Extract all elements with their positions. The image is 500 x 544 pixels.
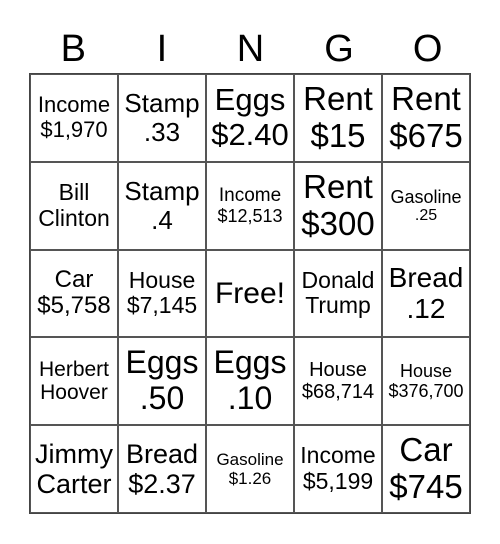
cell-text: $7,145 — [126, 292, 198, 319]
cell-text: $2.37 — [128, 469, 196, 500]
header-letter: N — [236, 28, 265, 70]
bingo-cell[interactable]: Rent $15 — [294, 74, 382, 162]
header-letter: O — [412, 28, 443, 70]
cell-text: Donald — [301, 266, 375, 293]
bingo-cell[interactable]: Donald Trump — [294, 249, 382, 338]
bingo-cell[interactable]: House $7,145 — [118, 249, 206, 338]
cell-text: .33 — [143, 116, 181, 147]
cell-text: $300 — [301, 204, 375, 242]
cell-text: .4 — [151, 204, 173, 235]
cell-text: Bread — [125, 438, 199, 469]
cell-text: Eggs — [213, 344, 287, 381]
bingo-cell[interactable]: Income $5,199 — [294, 425, 382, 513]
cell-text: $15 — [310, 116, 366, 154]
cell-text: House — [399, 361, 453, 382]
cell-text: Eggs — [214, 82, 286, 118]
bingo-cell[interactable]: Eggs .50 — [118, 337, 206, 426]
bingo-cell[interactable]: Gasoline $1.26 — [206, 425, 294, 513]
cell-text: Carter — [36, 469, 112, 500]
cell-text: House — [309, 358, 367, 381]
cell-text: Hoover — [40, 381, 108, 405]
cell-text: .25 — [414, 206, 438, 224]
cell-text: Rent — [303, 167, 373, 205]
cell-text: Eggs — [125, 344, 199, 381]
cell-text: Car — [399, 431, 453, 469]
cell-text: Income — [218, 184, 282, 206]
cell-text: $12,513 — [217, 206, 283, 227]
cell-text: Stamp — [124, 87, 200, 118]
cell-text: Bill — [58, 178, 90, 205]
bingo-cell[interactable]: Rent $300 — [294, 161, 382, 250]
cell-text: .50 — [139, 380, 185, 417]
bingo-cell[interactable]: Jimmy Carter — [30, 425, 118, 513]
cell-text: Clinton — [38, 204, 110, 231]
cell-text: Jimmy — [35, 438, 113, 469]
header-letter: G — [324, 28, 354, 70]
bingo-cell[interactable]: Bread $2.37 — [118, 425, 206, 513]
bingo-cell[interactable]: House $376,700 — [382, 337, 470, 426]
bingo-cell[interactable]: Eggs .10 — [206, 337, 294, 426]
cell-text: $68,714 — [301, 381, 375, 404]
cell-text: Free! — [214, 276, 286, 310]
bingo-cell[interactable]: Rent $675 — [382, 74, 470, 162]
cell-text: House — [128, 266, 196, 293]
bingo-cell[interactable]: Gasoline .25 — [382, 161, 470, 250]
cell-text: .10 — [227, 380, 273, 417]
bingo-cell[interactable]: Stamp .4 — [118, 161, 206, 250]
bingo-cell[interactable]: Car $5,758 — [30, 249, 118, 338]
cell-text: $1,970 — [40, 116, 108, 142]
cell-text: .12 — [406, 293, 446, 325]
cell-text: $2.40 — [211, 116, 289, 152]
header-letter: I — [156, 28, 168, 70]
cell-text: Income — [300, 442, 376, 469]
cell-text: Stamp — [124, 175, 200, 206]
bingo-cell[interactable]: Bill Clinton — [30, 161, 118, 250]
cell-text: $745 — [389, 468, 463, 506]
bingo-cell[interactable]: House $68,714 — [294, 337, 382, 426]
bingo-cell[interactable]: Stamp .33 — [118, 74, 206, 162]
cell-text: Gasoline — [216, 450, 284, 470]
bingo-cell[interactable]: Income $1,970 — [30, 74, 118, 162]
bingo-cell[interactable]: Herbert Hoover — [30, 337, 118, 426]
cell-text: $376,700 — [388, 381, 464, 402]
cell-text: $675 — [389, 116, 463, 154]
cell-text: Rent — [303, 79, 373, 117]
cell-text: Trump — [305, 292, 371, 319]
bingo-cell[interactable]: Bread .12 — [382, 249, 470, 338]
cell-text: Car — [54, 265, 94, 293]
bingo-header: B I N G O — [29, 24, 472, 74]
bingo-grid: Income $1,970 Stamp .33 Eggs $2.40 Rent $15 Rent… — [29, 73, 471, 514]
header-letter: B — [60, 28, 86, 70]
cell-text: Rent — [391, 79, 461, 117]
cell-text: $5,199 — [302, 468, 374, 495]
bingo-cell[interactable]: Income $12,513 — [206, 161, 294, 250]
bingo-cell[interactable]: Car $745 — [382, 425, 470, 513]
cell-text: Herbert — [38, 357, 110, 381]
cell-text: $5,758 — [37, 292, 111, 320]
bingo-cell[interactable]: Free! — [206, 249, 294, 338]
cell-text: Income — [37, 92, 111, 118]
cell-text: Bread — [388, 262, 464, 294]
cell-text: Gasoline — [390, 186, 462, 207]
cell-text: $1.26 — [228, 469, 272, 489]
bingo-cell[interactable]: Eggs $2.40 — [206, 74, 294, 162]
